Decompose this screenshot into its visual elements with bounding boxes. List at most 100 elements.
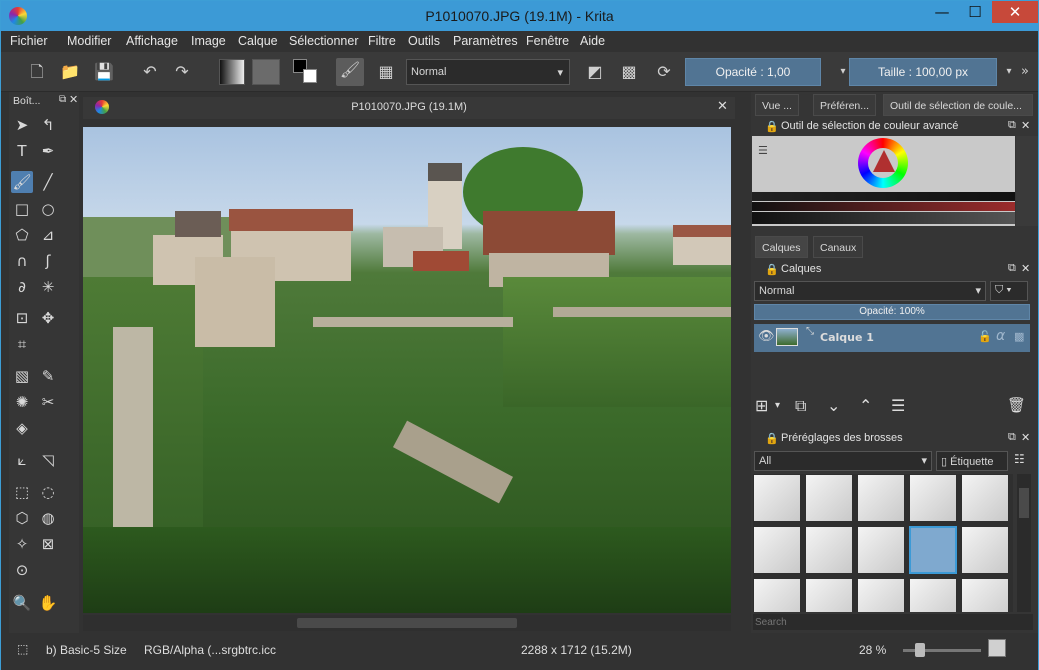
float-icon[interactable]: ⧉ [59, 94, 66, 105]
polyline-tool-icon[interactable]: ⊿ [37, 224, 59, 246]
tab-color-selector[interactable]: Outil de sélection de coule... [883, 94, 1033, 116]
measure-tool-icon[interactable]: ⟀ [11, 449, 33, 471]
zoom-tool-icon[interactable]: 🔍 [11, 592, 33, 614]
reload-preset-icon[interactable]: ⟳ [652, 60, 676, 84]
close-icon[interactable]: ✕ [1021, 119, 1030, 132]
fill-tool-icon[interactable]: ◈ [11, 417, 33, 439]
minimize-button[interactable]: — [926, 1, 958, 23]
brush-preset-icon[interactable]: 🖌 [336, 58, 364, 86]
smart-patch-icon[interactable]: ✺ [11, 391, 33, 413]
close-icon[interactable]: ✕ [1021, 262, 1030, 275]
pan-tool-icon[interactable]: ✋ [37, 592, 59, 614]
layer-opacity-slider[interactable]: Opacité: 100% [754, 304, 1030, 320]
blend-mode-select[interactable]: Normal ▾ [406, 59, 570, 85]
brush-filter-select[interactable]: All ▾ [754, 451, 932, 471]
background-color-swatch[interactable] [303, 69, 317, 83]
brush-preset-eraser[interactable] [753, 474, 801, 522]
eraser-icon[interactable]: ◩ [583, 60, 607, 84]
lock-icon[interactable]: 🔒 [765, 120, 779, 133]
lock-icon[interactable]: 🔒 [765, 263, 779, 276]
menu-fichier[interactable]: Fichier [10, 34, 48, 48]
menu-affichage[interactable]: Affichage [126, 34, 178, 48]
selection-mode-icon[interactable]: ⬚ [17, 642, 28, 656]
brush-preset-blender[interactable] [805, 526, 853, 574]
shade-strip-3[interactable] [752, 212, 1015, 224]
perspective-tool-icon[interactable]: ◹ [37, 449, 59, 471]
brush-preset-pencil[interactable] [753, 578, 801, 612]
shade-strip-2[interactable] [752, 202, 1015, 211]
color-selector-area[interactable]: ☰ [752, 136, 1015, 226]
float-icon[interactable]: ⧉ [1008, 262, 1016, 275]
freehand-path-icon[interactable]: ʃ [37, 250, 59, 272]
brush-preset-airbrush[interactable] [805, 474, 853, 522]
rectangle-tool-icon[interactable]: □ [11, 198, 33, 220]
menu-selectionner[interactable]: Sélectionner [289, 34, 359, 48]
alpha-icon[interactable]: α [996, 328, 1005, 344]
close-icon[interactable]: ✕ [1021, 431, 1030, 444]
float-icon[interactable]: ⧉ [1008, 431, 1016, 444]
brush-preset-ink[interactable] [909, 474, 957, 522]
scrollbar-thumb[interactable] [297, 618, 517, 628]
assistant-tool-icon[interactable]: ✂ [37, 391, 59, 413]
text-tool-icon[interactable]: T [11, 140, 33, 162]
image-canvas[interactable] [83, 127, 731, 613]
settings-icon[interactable]: ☰ [758, 144, 768, 157]
brush-scrollbar-thumb[interactable] [1019, 488, 1029, 518]
menu-filtre[interactable]: Filtre [368, 34, 396, 48]
select-shapes-icon[interactable]: ➤ [11, 114, 33, 136]
multibrush-icon[interactable]: ✳ [37, 276, 59, 298]
layer-properties-icon[interactable]: ☰ [891, 396, 905, 415]
brush-preset-smudge[interactable] [857, 526, 905, 574]
menu-image[interactable]: Image [191, 34, 226, 48]
brush-scrollbar[interactable] [1017, 474, 1031, 612]
similar-select-icon[interactable]: ⊠ [37, 533, 59, 555]
toolbar-overflow-button[interactable]: » [1013, 60, 1037, 84]
shade-strip-1[interactable] [752, 192, 1015, 201]
lock-icon[interactable]: 🔒 [765, 432, 779, 445]
add-layer-icon[interactable]: ⊞ [755, 396, 768, 415]
duplicate-layer-icon[interactable]: ⧉ [795, 396, 806, 416]
brush-preset-selected[interactable] [909, 526, 957, 574]
maximize-button[interactable]: ☐ [959, 1, 991, 23]
menu-parametres[interactable]: Paramètres [453, 34, 518, 48]
freehand-select-icon[interactable]: ◍ [37, 507, 59, 529]
delete-layer-icon[interactable]: 🗑 [1007, 396, 1026, 414]
save-icon[interactable]: 💾 [92, 60, 116, 84]
transform-tool-icon[interactable]: ⊡ [11, 307, 33, 329]
float-icon[interactable]: ⧉ [1008, 119, 1016, 132]
menu-fenetre[interactable]: Fenêtre [526, 34, 569, 48]
gradient-tool-icon[interactable]: ▧ [11, 365, 33, 387]
move-down-icon[interactable]: ⌄ [827, 396, 840, 415]
polygon-select-icon[interactable]: ⬡ [11, 507, 33, 529]
rect-select-icon[interactable]: ⬚ [11, 481, 33, 503]
open-folder-icon[interactable]: 📁 [58, 60, 82, 84]
canvas-mirror-icon[interactable] [988, 639, 1006, 657]
bezier-select-icon[interactable]: ⊙ [11, 559, 33, 581]
redo-icon[interactable]: ↷ [170, 60, 194, 84]
alpha-lock-icon[interactable]: ▩ [617, 60, 641, 84]
brush-view-menu-icon[interactable]: ☷ [1014, 452, 1025, 466]
brush-preset-marker[interactable] [753, 526, 801, 574]
ellipse-tool-icon[interactable]: ○ [37, 198, 59, 220]
line-tool-icon[interactable]: ╱ [37, 171, 59, 193]
bezier-tool-icon[interactable]: ∩ [11, 250, 33, 272]
tag-button[interactable]: ▯ Étiquette [936, 451, 1008, 471]
brush-preset-pen[interactable] [961, 474, 1009, 522]
tab-preferences[interactable]: Préféren... [813, 94, 877, 116]
menu-calque[interactable]: Calque [238, 34, 278, 48]
new-document-icon[interactable]: 🗋 [25, 60, 49, 84]
opacity-slider[interactable]: Opacité : 1,00 [685, 58, 821, 86]
close-button[interactable]: ✕ [992, 1, 1038, 23]
horizontal-scrollbar[interactable] [83, 615, 731, 631]
tab-canaux[interactable]: Canaux [813, 236, 864, 258]
tab-vue[interactable]: Vue ... [755, 94, 799, 116]
menu-aide[interactable]: Aide [580, 34, 605, 48]
color-triangle[interactable] [873, 150, 895, 172]
polygon-tool-icon[interactable]: ⬠ [11, 224, 33, 246]
inherit-alpha-icon[interactable]: ▩ [1014, 330, 1024, 343]
size-slider[interactable]: Taille : 100,00 px [849, 58, 997, 86]
layer-lock-icon[interactable]: 🔓 [978, 330, 992, 343]
edit-shapes-icon[interactable]: ↰ [37, 114, 59, 136]
undo-icon[interactable]: ↶ [138, 60, 162, 84]
freehand-brush-icon[interactable]: 🖌 [11, 171, 33, 193]
